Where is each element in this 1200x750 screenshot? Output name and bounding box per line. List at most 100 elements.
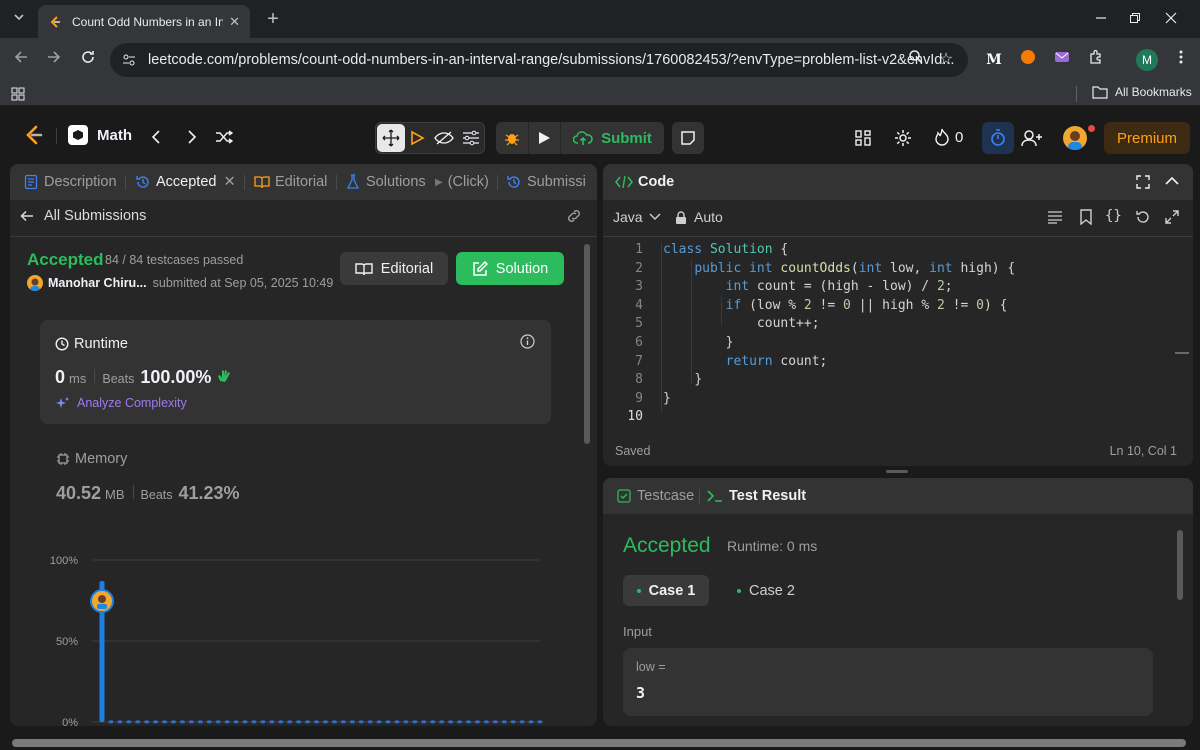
next-problem-icon[interactable] bbox=[186, 130, 198, 144]
solution-button[interactable]: Solution bbox=[456, 252, 564, 285]
new-tab-icon[interactable]: + bbox=[262, 8, 284, 30]
chart-bar[interactable] bbox=[349, 720, 355, 724]
chart-bar[interactable] bbox=[233, 720, 239, 724]
chart-bar[interactable] bbox=[421, 720, 427, 724]
format-lines-icon[interactable] bbox=[1047, 210, 1063, 224]
tab-test-result[interactable]: Test Result bbox=[707, 488, 806, 504]
horizontal-scrollbar-thumb[interactable] bbox=[12, 739, 1186, 747]
chart-bar[interactable] bbox=[358, 720, 364, 724]
left-scrollbar-thumb[interactable] bbox=[584, 244, 590, 444]
chart-bar[interactable] bbox=[385, 720, 391, 724]
chart-bar[interactable] bbox=[251, 720, 257, 724]
tab-description[interactable]: Description bbox=[24, 174, 117, 190]
chart-bar[interactable] bbox=[367, 720, 373, 724]
chart-bar[interactable] bbox=[224, 720, 230, 724]
chart-bar[interactable] bbox=[465, 720, 471, 724]
zoom-icon[interactable] bbox=[905, 49, 927, 71]
all-submissions-link[interactable]: All Submissions bbox=[20, 208, 146, 224]
layout-grid-icon[interactable] bbox=[855, 130, 871, 146]
chart-bar[interactable] bbox=[305, 720, 311, 724]
tab-accepted[interactable]: Accepted ✕ bbox=[135, 174, 236, 190]
tab-click[interactable]: ▶ (Click) bbox=[435, 174, 489, 190]
chart-bar[interactable] bbox=[117, 720, 123, 724]
chart-bar[interactable] bbox=[153, 720, 159, 724]
language-select[interactable]: Java bbox=[613, 209, 661, 225]
settings-gear-icon[interactable] bbox=[894, 129, 912, 147]
timer-button[interactable] bbox=[982, 122, 1014, 154]
reload-icon[interactable] bbox=[77, 49, 99, 71]
chart-bar[interactable] bbox=[287, 720, 293, 724]
minimize-icon[interactable] bbox=[1090, 8, 1112, 30]
tab-testcase[interactable]: Testcase bbox=[617, 488, 694, 504]
chart-bar[interactable] bbox=[215, 720, 221, 724]
code-editor[interactable]: 1 class Solution { 2 public int countOdds… bbox=[603, 242, 1193, 432]
tab-editorial[interactable]: Editorial bbox=[254, 174, 327, 190]
leetcode-logo-icon[interactable] bbox=[22, 124, 44, 146]
braces-icon[interactable]: {} bbox=[1105, 208, 1122, 224]
submit-button[interactable]: Submit bbox=[560, 122, 664, 154]
chart-bar[interactable] bbox=[510, 720, 516, 724]
notes-button[interactable] bbox=[672, 122, 704, 154]
medium-extension-icon[interactable]: M bbox=[983, 49, 1005, 71]
chart-bar[interactable] bbox=[331, 720, 337, 724]
chart-user-marker[interactable] bbox=[90, 589, 114, 614]
chart-bar[interactable] bbox=[171, 720, 177, 724]
chart-bar[interactable] bbox=[457, 720, 463, 724]
chart-bar[interactable] bbox=[430, 720, 436, 724]
chart-bar[interactable] bbox=[448, 720, 454, 724]
back-icon[interactable] bbox=[10, 49, 32, 71]
fullscreen-icon[interactable] bbox=[1136, 175, 1150, 189]
chart-bar[interactable] bbox=[483, 720, 489, 724]
editorial-button[interactable]: Editorial bbox=[340, 252, 448, 285]
analyze-complexity-link[interactable]: Analyze Complexity bbox=[55, 396, 187, 410]
profile-avatar[interactable]: M bbox=[1136, 49, 1158, 71]
bookmark-star-icon[interactable]: ☆ bbox=[935, 49, 957, 71]
chart-bar[interactable] bbox=[296, 720, 302, 724]
runtime-card[interactable]: Runtime 0 ms Beats 100.00% Analyze Compl… bbox=[40, 320, 551, 424]
chart-bar[interactable] bbox=[242, 720, 248, 724]
chart-bar[interactable] bbox=[314, 720, 320, 724]
browser-menu-icon[interactable] bbox=[1170, 49, 1192, 71]
tab-submissions[interactable]: Submissi bbox=[506, 174, 586, 190]
chart-bar[interactable] bbox=[135, 720, 141, 724]
forward-icon[interactable] bbox=[43, 49, 65, 71]
chart-bar[interactable] bbox=[412, 720, 418, 724]
reset-icon[interactable] bbox=[1135, 209, 1151, 225]
chart-bar[interactable] bbox=[179, 720, 185, 724]
all-bookmarks-button[interactable]: All Bookmarks bbox=[1092, 85, 1192, 99]
chart-bar[interactable] bbox=[376, 720, 382, 724]
chart-bar[interactable] bbox=[528, 720, 534, 724]
memory-header[interactable]: Memory bbox=[56, 451, 127, 467]
chart-bar[interactable] bbox=[519, 720, 525, 724]
chart-bar[interactable] bbox=[474, 720, 480, 724]
chart-bar[interactable] bbox=[322, 720, 328, 724]
hide-eye-icon[interactable] bbox=[434, 130, 454, 146]
extension-orange-icon[interactable] bbox=[1017, 49, 1039, 71]
run-button[interactable] bbox=[528, 122, 558, 154]
browser-tab[interactable]: Count Odd Numbers in an Inte ✕ bbox=[38, 5, 250, 38]
apps-grid-icon[interactable] bbox=[11, 87, 25, 101]
case-1-tab[interactable]: Case 1 bbox=[623, 575, 709, 606]
extension-mail-icon[interactable] bbox=[1051, 49, 1073, 71]
restore-icon[interactable] bbox=[1124, 8, 1146, 30]
chart-bar[interactable] bbox=[340, 720, 346, 724]
auto-mode-toggle[interactable]: Auto bbox=[675, 209, 723, 225]
collapse-icon[interactable] bbox=[1165, 176, 1179, 186]
drag-layout-icon[interactable] bbox=[377, 124, 405, 152]
result-scrollbar-thumb[interactable] bbox=[1177, 530, 1183, 600]
chart-bar[interactable] bbox=[126, 720, 132, 724]
tab-solutions[interactable]: Solutions bbox=[346, 174, 426, 190]
chart-bar[interactable] bbox=[206, 720, 212, 724]
settings-sliders-icon[interactable] bbox=[462, 130, 480, 146]
chart-bar[interactable] bbox=[188, 720, 194, 724]
shuffle-icon[interactable] bbox=[215, 130, 233, 144]
user-avatar[interactable] bbox=[1063, 126, 1087, 150]
run-outline-icon[interactable] bbox=[409, 130, 425, 146]
expand-icon[interactable] bbox=[1165, 210, 1179, 224]
submitter-avatar[interactable] bbox=[27, 275, 43, 291]
close-tab-icon[interactable]: ✕ bbox=[229, 14, 240, 30]
streak-counter[interactable]: 0 bbox=[934, 128, 963, 146]
chart-bar[interactable] bbox=[260, 720, 266, 724]
chart-bar[interactable] bbox=[394, 720, 400, 724]
prev-problem-icon[interactable] bbox=[150, 130, 162, 144]
